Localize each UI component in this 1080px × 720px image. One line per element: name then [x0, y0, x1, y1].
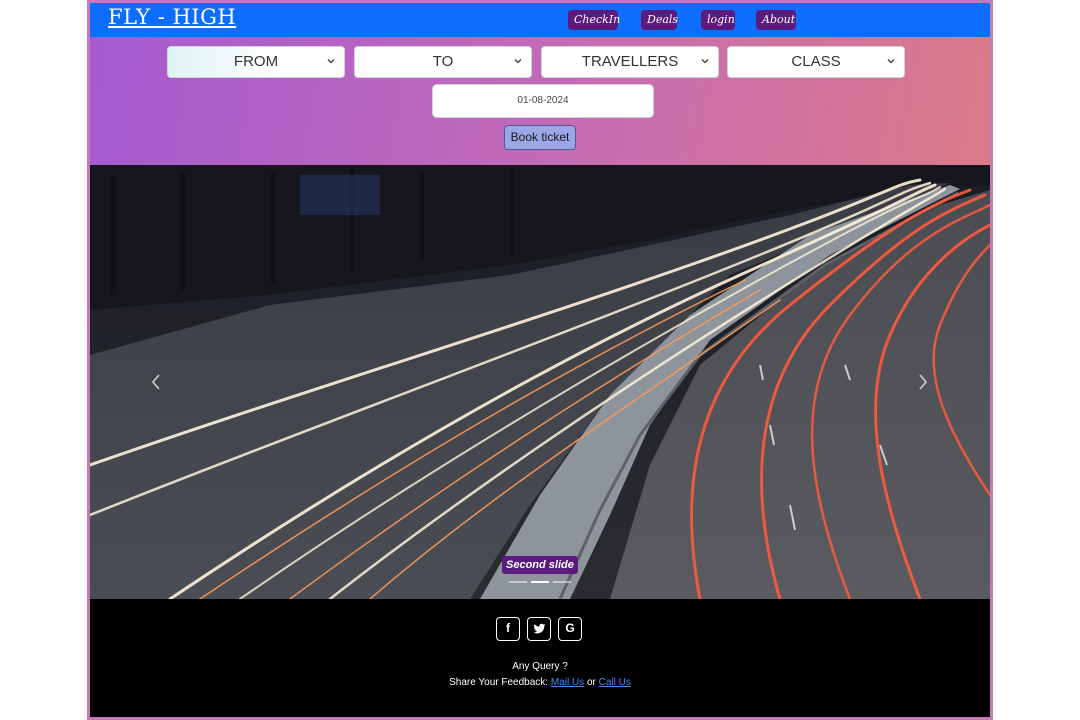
call-us-link[interactable]: Call Us	[599, 677, 631, 688]
chevron-down-icon	[327, 59, 335, 64]
brand-logo[interactable]: FLY - HIGH	[108, 5, 236, 29]
travellers-select[interactable]: TRAVELLERS	[541, 46, 719, 78]
nav-link-deals[interactable]: Deals	[641, 10, 678, 30]
carousel: Second slide	[90, 165, 990, 599]
from-select-label: FROM	[233, 53, 279, 70]
carousel-indicator-active[interactable]	[531, 581, 549, 583]
carousel-indicator[interactable]	[509, 581, 527, 583]
book-ticket-button[interactable]: Book ticket	[504, 125, 576, 150]
nav-link-checkin[interactable]: CheckIn	[568, 10, 620, 30]
date-field[interactable]: 01-08-2024	[432, 84, 654, 118]
feedback-line: Share Your Feedback: Mail Us or Call Us	[90, 677, 990, 688]
from-select[interactable]: FROM	[167, 46, 345, 78]
navbar: FLY - HIGH CheckIn Deals login About	[90, 3, 990, 37]
chevron-down-icon	[701, 59, 709, 64]
or-text: or	[586, 677, 596, 688]
page-frame: FLY - HIGH CheckIn Deals login About FRO…	[87, 0, 993, 720]
carousel-indicator[interactable]	[553, 581, 571, 583]
footer: f G Any Query ? Share Your Feedback: Mai…	[90, 599, 990, 717]
class-select-label: CLASS	[791, 53, 841, 70]
travellers-select-label: TRAVELLERS	[581, 53, 679, 70]
mail-us-link[interactable]: Mail Us	[551, 677, 584, 688]
nav-link-login[interactable]: login	[701, 10, 735, 30]
chevron-down-icon	[887, 59, 895, 64]
chevron-down-icon	[514, 59, 522, 64]
facebook-icon[interactable]: f	[496, 617, 520, 641]
twitter-icon[interactable]	[527, 617, 551, 641]
chevron-right-icon[interactable]	[913, 370, 933, 394]
slide-caption: Second slide	[502, 556, 578, 574]
carousel-slide-image	[90, 165, 990, 599]
query-text: Any Query ?	[512, 661, 568, 672]
chevron-left-icon[interactable]	[146, 370, 166, 394]
to-select-label: TO	[432, 53, 454, 70]
class-select[interactable]: CLASS	[727, 46, 905, 78]
nav-link-about[interactable]: About	[756, 10, 796, 30]
google-icon[interactable]: G	[558, 617, 582, 641]
feedback-label: Share Your Feedback:	[449, 677, 549, 688]
to-select[interactable]: TO	[354, 46, 532, 78]
